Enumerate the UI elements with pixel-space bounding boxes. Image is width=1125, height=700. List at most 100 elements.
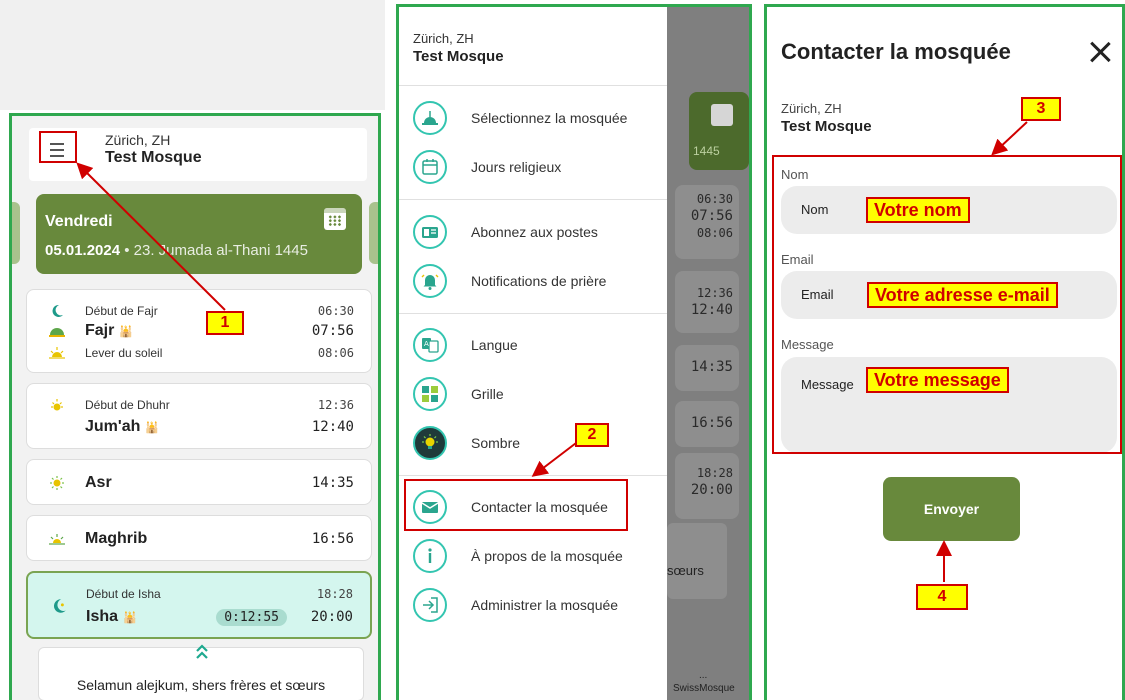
- grid-icon: [422, 386, 438, 402]
- drawer-item-label: Langue: [471, 337, 518, 353]
- calendar-icon: [422, 159, 438, 175]
- drawer-item-label: Administrer la mosquée: [471, 597, 619, 613]
- drawer-item-label: Notifications de prière: [471, 273, 607, 289]
- bg-card-fajr: 06:30 07:56 08:06: [675, 185, 739, 259]
- bg-time: 12:40: [690, 302, 733, 318]
- bg-time: 06:30: [696, 192, 733, 206]
- annotation-name-hint: Votre nom: [866, 197, 970, 223]
- drawer-item-admin-mosque[interactable]: Administrer la mosquée: [399, 583, 667, 627]
- drawer-city: Zürich, ZH: [413, 31, 474, 46]
- bg-year: 1445: [693, 144, 720, 158]
- prayer-card-dhuhr[interactable]: Début de Dhuhr 12:36 Jum'ah 🕌 12:40: [26, 383, 372, 449]
- prev-day-tab[interactable]: [12, 202, 20, 264]
- bg-time: 07:56: [690, 208, 733, 224]
- prayer-card-isha[interactable]: Début de Isha 18:28 Isha 🕌 0:12:55 20:00: [26, 571, 372, 639]
- bg-time: 20:00: [690, 482, 733, 498]
- header-city: Zürich, ZH: [105, 132, 171, 148]
- mosque-icon: 🕌: [119, 326, 134, 338]
- bg-calendar-icon: [711, 104, 733, 126]
- mosque-dome-icon: [422, 111, 438, 125]
- fajr-name: Fajr 🕌: [85, 322, 134, 339]
- maghrib-name: Maghrib: [85, 530, 148, 547]
- lightbulb-icon: [422, 434, 438, 449]
- sun-full-icon: [50, 476, 64, 490]
- sunset-icon: [49, 534, 65, 545]
- mosque-icon: 🕌: [145, 422, 160, 434]
- next-day-tab[interactable]: [369, 202, 378, 264]
- bg-time: 14:35: [690, 359, 733, 375]
- dimmed-home-background: 1445 06:30 07:56 08:06 12:36 12:40 14:35 16…: [667, 7, 749, 700]
- mosque-icon: 🕌: [123, 612, 137, 624]
- annotation-message-hint: Votre message: [866, 367, 1009, 393]
- subscribe-card-icon: [422, 227, 438, 238]
- annotation-step-1: 1: [206, 311, 244, 335]
- half-sun-icon: [49, 328, 65, 337]
- bg-nav-label: SwissMosque: [673, 683, 735, 694]
- sun-icon: [51, 399, 63, 411]
- bg-time: 16:56: [690, 415, 733, 431]
- isha-time: 20:00: [310, 609, 353, 625]
- bg-footer: sœurs: [667, 523, 727, 599]
- divider: [399, 313, 667, 314]
- annotation-step-2: 2: [575, 423, 609, 447]
- double-chevron-up-icon[interactable]: [195, 643, 209, 661]
- bg-card-maghrib: 16:56: [675, 401, 739, 447]
- drawer-item-label: Sombre: [471, 435, 521, 451]
- asr-name: Asr: [85, 474, 112, 491]
- calendar-grid-icon[interactable]: [324, 208, 346, 230]
- drawer-item-about-mosque[interactable]: À propos de la mosquée: [399, 534, 667, 578]
- annotation-arrow-4: [936, 540, 952, 582]
- send-button[interactable]: Envoyer: [883, 477, 1020, 541]
- dhuhr-name: Jum'ah 🕌: [85, 418, 160, 435]
- login-arrow-icon: [423, 597, 438, 613]
- bell-icon: [421, 274, 439, 290]
- sunrise-label: Lever du soleil: [85, 346, 163, 360]
- bg-card-isha: 18:28 20:00: [675, 453, 739, 519]
- drawer-item-prayer-notifications[interactable]: Notifications de prière: [399, 259, 667, 303]
- prayer-card-maghrib[interactable]: Maghrib 16:56: [26, 515, 372, 561]
- isha-start-label: Début de Isha: [86, 587, 161, 601]
- annotation-arrow-1: [76, 162, 226, 311]
- bg-nav-dots: ...: [699, 670, 708, 681]
- annotation-step-4: 4: [916, 584, 968, 610]
- maghrib-time: 16:56: [311, 531, 354, 547]
- drawer-item-label: Grille: [471, 386, 504, 402]
- isha-countdown: 0:12:55: [216, 609, 287, 626]
- info-icon: [428, 548, 432, 563]
- contact-city: Zürich, ZH: [781, 101, 842, 116]
- drawer-mosque-name: Test Mosque: [413, 48, 504, 65]
- fajr-start-time: 06:30: [317, 304, 354, 318]
- greeting-text: Selamun alejkum, shers frères et sœurs: [76, 677, 326, 693]
- bg-time: 08:06: [696, 226, 733, 240]
- annotation-box-contact: [404, 479, 628, 531]
- bg-card-asr: 14:35: [675, 345, 739, 391]
- bg-card-dhuhr: 12:36 12:40: [675, 271, 739, 333]
- bg-date-card: 1445: [689, 92, 749, 170]
- bg-footer-text: sœurs: [667, 563, 704, 578]
- bg-time: 12:36: [696, 286, 733, 300]
- sunrise-time: 08:06: [317, 346, 354, 360]
- annotation-arrow-3: [991, 121, 1028, 156]
- contact-title: Contacter la mosquée: [781, 39, 1011, 64]
- navigation-drawer: Zürich, ZH Test Mosque Sélectionnez la m…: [399, 7, 667, 700]
- drawer-item-language[interactable]: A Langue: [399, 323, 667, 367]
- drawer-item-religious-days[interactable]: Jours religieux: [399, 145, 667, 189]
- drawer-item-grid[interactable]: Grille: [399, 372, 667, 416]
- prayer-card-asr[interactable]: Asr 14:35: [26, 459, 372, 505]
- drawer-screen-panel: 1445 06:30 07:56 08:06 12:36 12:40 14:35 16…: [396, 4, 752, 700]
- drawer-item-label: À propos de la mosquée: [471, 548, 623, 564]
- sunrise-icon: [49, 347, 65, 359]
- drawer-item-subscribe-posts[interactable]: Abonnez aux postes: [399, 210, 667, 254]
- fajr-time: 07:56: [311, 323, 354, 339]
- drawer-item-label: Abonnez aux postes: [471, 224, 598, 240]
- divider: [399, 85, 667, 86]
- divider: [399, 199, 667, 200]
- drawer-item-select-mosque[interactable]: Sélectionnez la mosquée: [399, 96, 667, 140]
- close-icon[interactable]: [1089, 41, 1111, 63]
- svg-text:A: A: [424, 340, 429, 348]
- drawer-item-label: Sélectionnez la mosquée: [471, 110, 628, 126]
- dhuhr-start-time: 12:36: [317, 398, 354, 412]
- contact-mosque-name: Test Mosque: [781, 118, 872, 135]
- dhuhr-time: 12:40: [311, 419, 354, 435]
- asr-time: 14:35: [311, 475, 354, 491]
